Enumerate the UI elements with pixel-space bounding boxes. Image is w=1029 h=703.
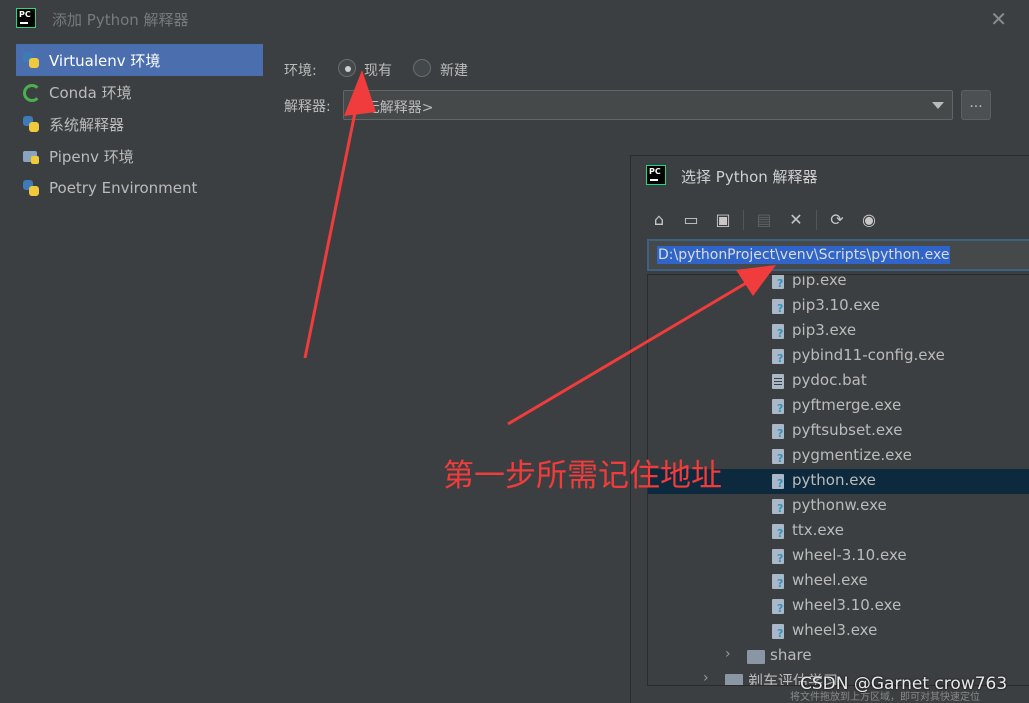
home-icon[interactable]: ⌂: [647, 208, 671, 232]
folder-row-share[interactable]: › share: [648, 644, 1029, 669]
delete-icon[interactable]: ✕: [784, 208, 808, 232]
file-tree-row[interactable]: pythonw.exe: [648, 494, 1029, 519]
file-tree-row[interactable]: pyftsubset.exe: [648, 419, 1029, 444]
file-icon: [772, 424, 784, 440]
title-bar: 添加 Python 解释器 ✕: [0, 0, 1029, 36]
file-icon: [772, 324, 784, 340]
file-name: pyftmerge.exe: [792, 396, 902, 414]
file-name: python.exe: [792, 471, 876, 489]
window-title: 添加 Python 解释器: [52, 11, 189, 29]
file-icon: [772, 275, 784, 290]
file-name: pip.exe: [792, 274, 847, 289]
pycharm-logo-icon: [646, 165, 666, 185]
radio-existing-label[interactable]: 现有: [364, 60, 392, 80]
file-icon: [772, 499, 784, 515]
pipenv-icon: [22, 147, 40, 165]
python-icon: [22, 179, 40, 197]
chevron-right-icon[interactable]: ›: [703, 670, 709, 685]
sidebar-item-label: Virtualenv 环境: [49, 51, 161, 70]
annotation-label: 第一步所需记住地址: [443, 458, 722, 494]
file-name: pygmentize.exe: [792, 446, 912, 464]
pycharm-logo-icon: [16, 8, 36, 28]
sidebar-item-label: Poetry Environment: [49, 179, 198, 197]
browse-button[interactable]: ...: [961, 90, 991, 120]
file-tree-row[interactable]: ttx.exe: [648, 519, 1029, 544]
file-icon: [772, 524, 784, 540]
file-icon: [772, 299, 784, 315]
file-icon: [772, 449, 784, 465]
desktop-icon[interactable]: ▭: [679, 208, 703, 232]
file-tree-row[interactable]: pybind11-config.exe: [648, 344, 1029, 369]
file-chooser-toolbar: ⌂ ▭ ▣ ▤ ✕ ⟳ ◉: [647, 208, 889, 232]
interpreter-label: 解释器:: [284, 99, 331, 115]
chevron-right-icon[interactable]: ›: [725, 646, 731, 662]
sidebar-item-conda[interactable]: Conda 环境: [16, 76, 263, 108]
interpreter-value: <无解释器>: [354, 100, 434, 116]
file-name: pip3.exe: [792, 321, 857, 339]
sidebar-item-label: 系统解释器: [49, 115, 125, 134]
file-tree-row[interactable]: wheel3.10.exe: [648, 594, 1029, 619]
file-icon: [772, 574, 784, 590]
file-name: pip3.10.exe: [792, 296, 880, 314]
sidebar-item-virtualenv[interactable]: Virtualenv 环境: [16, 44, 263, 76]
radio-existing[interactable]: [338, 59, 356, 77]
folder-name: share: [770, 646, 812, 664]
python-icon: [22, 115, 40, 133]
file-icon: [772, 599, 784, 615]
file-name: wheel3.10.exe: [792, 596, 902, 614]
file-tree-row[interactable]: pyftmerge.exe: [648, 394, 1029, 419]
close-icon[interactable]: ✕: [990, 7, 1007, 31]
toolbar-divider: [743, 210, 744, 230]
file-tree-row[interactable]: pip.exe: [648, 274, 1029, 294]
sidebar-item-label: Conda 环境: [49, 83, 132, 102]
folder-icon: [747, 650, 765, 664]
path-input[interactable]: D:\pythonProject\venv\Scripts\python.exe: [647, 239, 1029, 271]
refresh-icon[interactable]: ⟳: [825, 208, 849, 232]
environment-label: 环境:: [284, 63, 317, 79]
python-icon: [22, 51, 40, 69]
project-folder-icon[interactable]: ▣: [711, 208, 735, 232]
file-tree-row[interactable]: wheel3.exe: [648, 619, 1029, 644]
file-tree-row[interactable]: pip3.exe: [648, 319, 1029, 344]
file-tree-row[interactable]: wheel-3.10.exe: [648, 544, 1029, 569]
csdn-watermark: CSDN @Garnet crow763: [800, 674, 1008, 694]
text-file-icon: [772, 374, 784, 389]
file-name: wheel3.exe: [792, 621, 878, 639]
file-name: pyftsubset.exe: [792, 421, 903, 439]
file-tree-row[interactable]: pip3.10.exe: [648, 294, 1029, 319]
toolbar-divider: [816, 210, 817, 230]
radio-new-label[interactable]: 新建: [440, 60, 468, 80]
sidebar-item-system-interpreter[interactable]: 系统解释器: [16, 108, 263, 140]
folder-icon: [725, 674, 743, 685]
radio-new[interactable]: [413, 59, 431, 77]
file-icon: [772, 624, 784, 640]
file-name: pythonw.exe: [792, 496, 887, 514]
file-tree-row[interactable]: wheel.exe: [648, 569, 1029, 594]
dialog-title: 选择 Python 解释器: [681, 168, 818, 186]
environment-type-sidebar: Virtualenv 环境 Conda 环境 系统解释器 Pipenv 环境 P…: [16, 44, 263, 204]
file-icon: [772, 549, 784, 565]
file-name: wheel-3.10.exe: [792, 546, 907, 564]
new-folder-icon[interactable]: ▤: [752, 208, 776, 232]
file-name: wheel.exe: [792, 571, 868, 589]
file-name: pydoc.bat: [792, 371, 867, 389]
chevron-down-icon: [932, 102, 944, 109]
sidebar-item-pipenv[interactable]: Pipenv 环境: [16, 140, 263, 172]
interpreter-select[interactable]: <无解释器>: [343, 90, 953, 120]
file-icon: [772, 349, 784, 365]
file-icon: [772, 399, 784, 415]
path-input-value: D:\pythonProject\venv\Scripts\python.exe: [657, 246, 951, 264]
show-hidden-icon[interactable]: ◉: [857, 208, 881, 232]
file-name: pybind11-config.exe: [792, 346, 945, 364]
file-tree-row[interactable]: pydoc.bat: [648, 369, 1029, 394]
sidebar-item-poetry[interactable]: Poetry Environment: [16, 172, 263, 204]
file-icon: [772, 474, 784, 490]
file-name: ttx.exe: [792, 521, 845, 539]
select-interpreter-dialog: 选择 Python 解释器 ⌂ ▭ ▣ ▤ ✕ ⟳ ◉ D:\pythonPro…: [630, 155, 1029, 703]
conda-icon: [22, 83, 41, 102]
sidebar-item-label: Pipenv 环境: [49, 147, 134, 166]
